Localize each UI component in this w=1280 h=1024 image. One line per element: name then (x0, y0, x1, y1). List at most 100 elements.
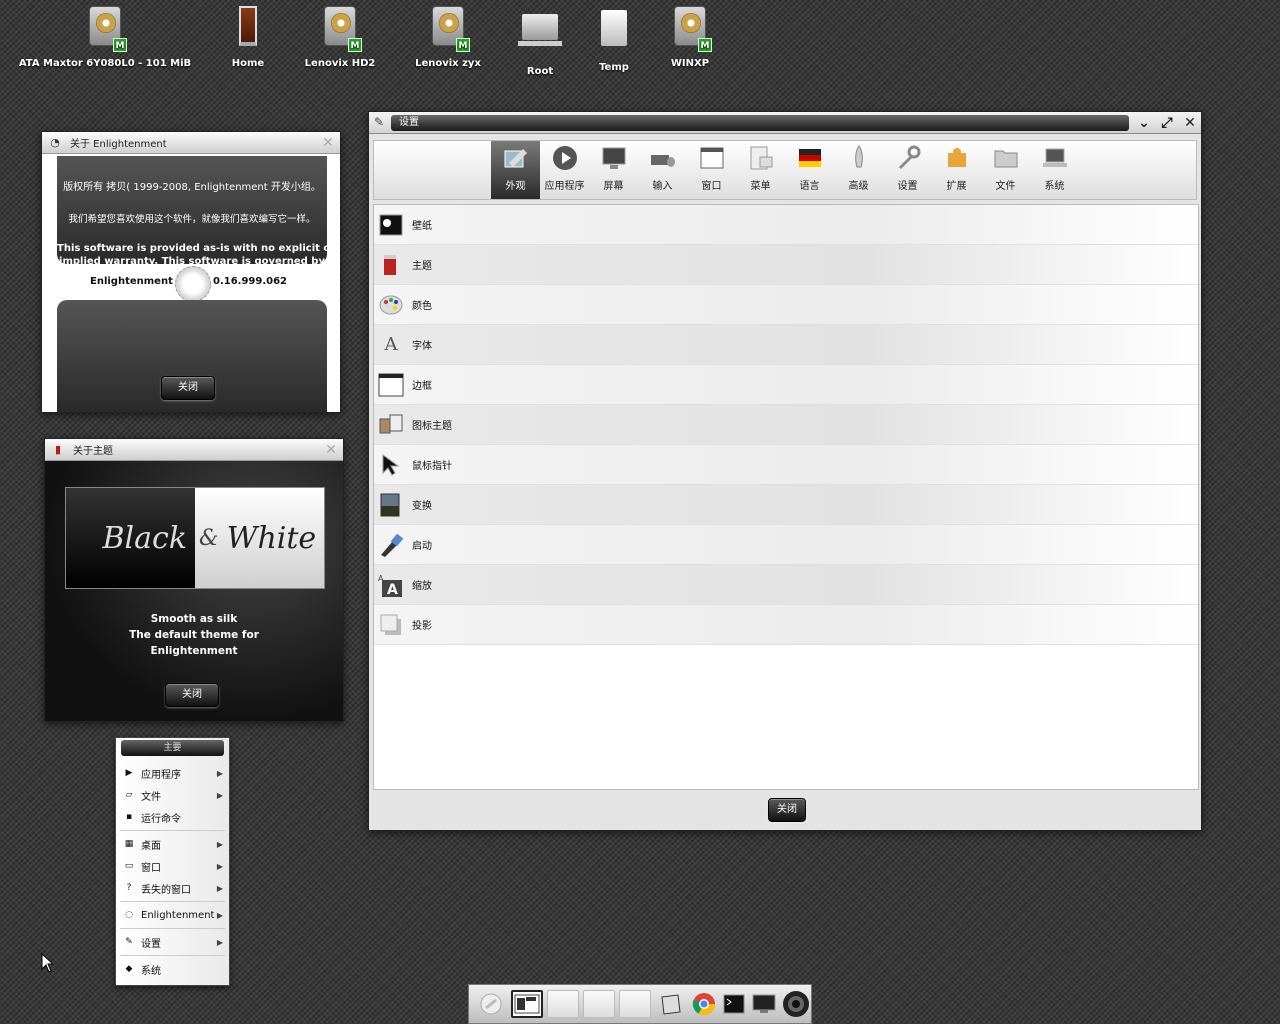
close-button[interactable]: 关闭 (161, 376, 215, 400)
pager-desktop-2[interactable] (547, 990, 579, 1018)
menu-item-run-command[interactable]: ▪ 运行命令 (116, 806, 229, 828)
folder-icon: ▱ (125, 790, 133, 800)
play-icon (552, 146, 577, 170)
tab-menus[interactable]: 菜单 (736, 141, 785, 199)
settings-item-theme[interactable]: 主题 (374, 245, 1198, 285)
wrench-icon (898, 145, 920, 169)
settings-item-label: 变换 (412, 501, 432, 512)
menu-item-label: 运行命令 (141, 813, 181, 825)
tab-advanced[interactable]: 高级 (834, 141, 883, 199)
settings-title-bar: 设置 (391, 115, 1129, 131)
start-enlightenment-icon[interactable] (475, 990, 507, 1018)
monitor-icon[interactable] (751, 990, 777, 1018)
palette-icon (378, 292, 404, 318)
tab-label: 菜单 (750, 181, 771, 192)
tab-appearance[interactable]: 外观 (491, 141, 540, 199)
menu-item-system[interactable]: ◆ 系统 (116, 958, 229, 980)
window-title: 设置 (399, 117, 419, 128)
desktop-icon-winxp[interactable]: M WINXP (635, 4, 745, 69)
shelf-taskbar (468, 984, 812, 1024)
scaling-icon: AA (378, 572, 404, 598)
menu-item-enlightenment[interactable]: ◌ Enlightenment ▶ (116, 904, 229, 926)
settings-item-shadow[interactable]: 投影 (374, 605, 1198, 645)
close-button[interactable]: 关闭 (165, 683, 219, 707)
theme-desc-3: Enlightenment (150, 645, 238, 657)
chrome-browser-icon[interactable] (691, 990, 717, 1018)
mounted-badge: M (348, 38, 362, 52)
tab-windows[interactable]: 窗口 (687, 141, 736, 199)
warranty-line: This software is provided as-is with no … (57, 243, 327, 254)
settings-item-transitions[interactable]: 变换 (374, 485, 1198, 525)
settings-item-colors[interactable]: 颜色 (374, 285, 1198, 325)
settings-item-label: 壁纸 (412, 221, 432, 232)
settings-item-scaling[interactable]: AA 缩放 (374, 565, 1198, 605)
enlightenment-logo-icon: ◔ (50, 136, 60, 149)
menu-header: 主要 (121, 740, 224, 756)
theme-desc-2: The default theme for (129, 629, 259, 641)
tab-language[interactable]: 语言 (785, 141, 834, 199)
paint-can-icon: ▮ (54, 443, 62, 456)
paint-can-icon (378, 252, 404, 278)
terminal-icon: ▪ (125, 812, 133, 822)
pager-desktop-4[interactable] (619, 990, 651, 1018)
mounted-badge: M (456, 38, 470, 52)
tab-label: 应用程序 (544, 181, 585, 192)
menu-separator (120, 830, 225, 831)
close-icon[interactable]: ✕ (320, 135, 336, 151)
window-icon: ▭ (124, 861, 134, 871)
menu-item-windows[interactable]: ▭ 窗口 ▶ (116, 855, 229, 877)
tab-screen[interactable]: 屏幕 (589, 141, 638, 199)
close-icon[interactable]: ✕ (1181, 114, 1199, 132)
wallpaper-icon (378, 212, 404, 238)
pager-desktop-1[interactable] (511, 990, 543, 1018)
close-button[interactable]: 关闭 (768, 798, 806, 822)
tab-label: 输入 (652, 181, 673, 192)
tab-applications[interactable]: 应用程序 (540, 141, 589, 199)
terminal-icon[interactable] (721, 990, 747, 1018)
pager-desktop-3[interactable] (583, 990, 615, 1018)
settings-item-startup[interactable]: 启动 (374, 525, 1198, 565)
settings-item-wallpaper[interactable]: 壁纸 (374, 205, 1198, 245)
system-icon: ◆ (125, 964, 133, 974)
settings-item-icon-theme[interactable]: 图标主题 (374, 405, 1198, 445)
copyright-line: 版权所有 拷贝( 1999-2008, Enlightenment 开发小组。 (63, 182, 321, 193)
menu-item-desktop[interactable]: ▦ 桌面 ▶ (116, 833, 229, 855)
theme-body: Black & White Smooth as silk The default… (45, 461, 343, 721)
tab-input[interactable]: 输入 (638, 141, 687, 199)
menu-item-applications[interactable]: ▶ 应用程序 ▶ (116, 762, 229, 784)
settings-item-mouse-cursor[interactable]: 鼠标指针 (374, 445, 1198, 485)
about-theme-titlebar[interactable]: ▮ 关于主题 ✕ (45, 439, 343, 461)
menu-separator (120, 955, 225, 956)
submenu-arrow-icon: ▶ (216, 883, 223, 893)
settings-titlebar[interactable]: ✎ 设置 ⌄ ⤢ ✕ (369, 112, 1201, 134)
window-icon (700, 147, 723, 169)
maximize-icon[interactable]: ⤢ (1158, 114, 1176, 132)
tab-system[interactable]: 系统 (1030, 141, 1079, 199)
about-text-panel[interactable]: 版权所有 拷贝( 1999-2008, Enlightenment 开发小组。 … (57, 156, 327, 264)
desktop-icon-lenovix-hd2[interactable]: M Lenovix HD2 (285, 4, 395, 69)
box-icon (601, 10, 627, 46)
menu-item-files[interactable]: ▱ 文件 ▶ (116, 784, 229, 806)
settings-item-borders[interactable]: 边框 (374, 365, 1198, 405)
settings-item-fonts[interactable]: A 字体 (374, 325, 1198, 365)
about-enlightenment-titlebar[interactable]: ◔ 关于 Enlightenment ✕ (42, 132, 340, 154)
menu-item-settings[interactable]: ✎ 设置 ▶ (116, 931, 229, 953)
theme-logo-amp: & (199, 525, 219, 551)
monitor-icon (602, 147, 625, 169)
tab-settings[interactable]: 设置 (883, 141, 932, 199)
speaker-icon[interactable] (781, 990, 811, 1018)
theme-desc-1: Smooth as silk (150, 613, 238, 625)
tab-files[interactable]: 文件 (981, 141, 1030, 199)
tab-label: 高级 (848, 181, 869, 192)
menu-item-label: 文件 (141, 791, 161, 803)
tab-extensions[interactable]: 扩展 (932, 141, 981, 199)
desktop-icon-ata-maxtor[interactable]: M ATA Maxtor 6Y080L0 - 101 MiB (19, 4, 191, 69)
file-manager-icon[interactable] (655, 990, 687, 1018)
settings-item-label: 投影 (412, 621, 432, 632)
menu-item-lost-windows[interactable]: ? 丢失的窗口 ▶ (116, 877, 229, 899)
submenu-arrow-icon: ▶ (216, 839, 223, 849)
font-icon: A (384, 334, 398, 355)
settings-item-label: 颜色 (412, 301, 432, 312)
close-icon[interactable]: ✕ (323, 442, 339, 458)
minimize-chevron-icon[interactable]: ⌄ (1135, 114, 1153, 132)
